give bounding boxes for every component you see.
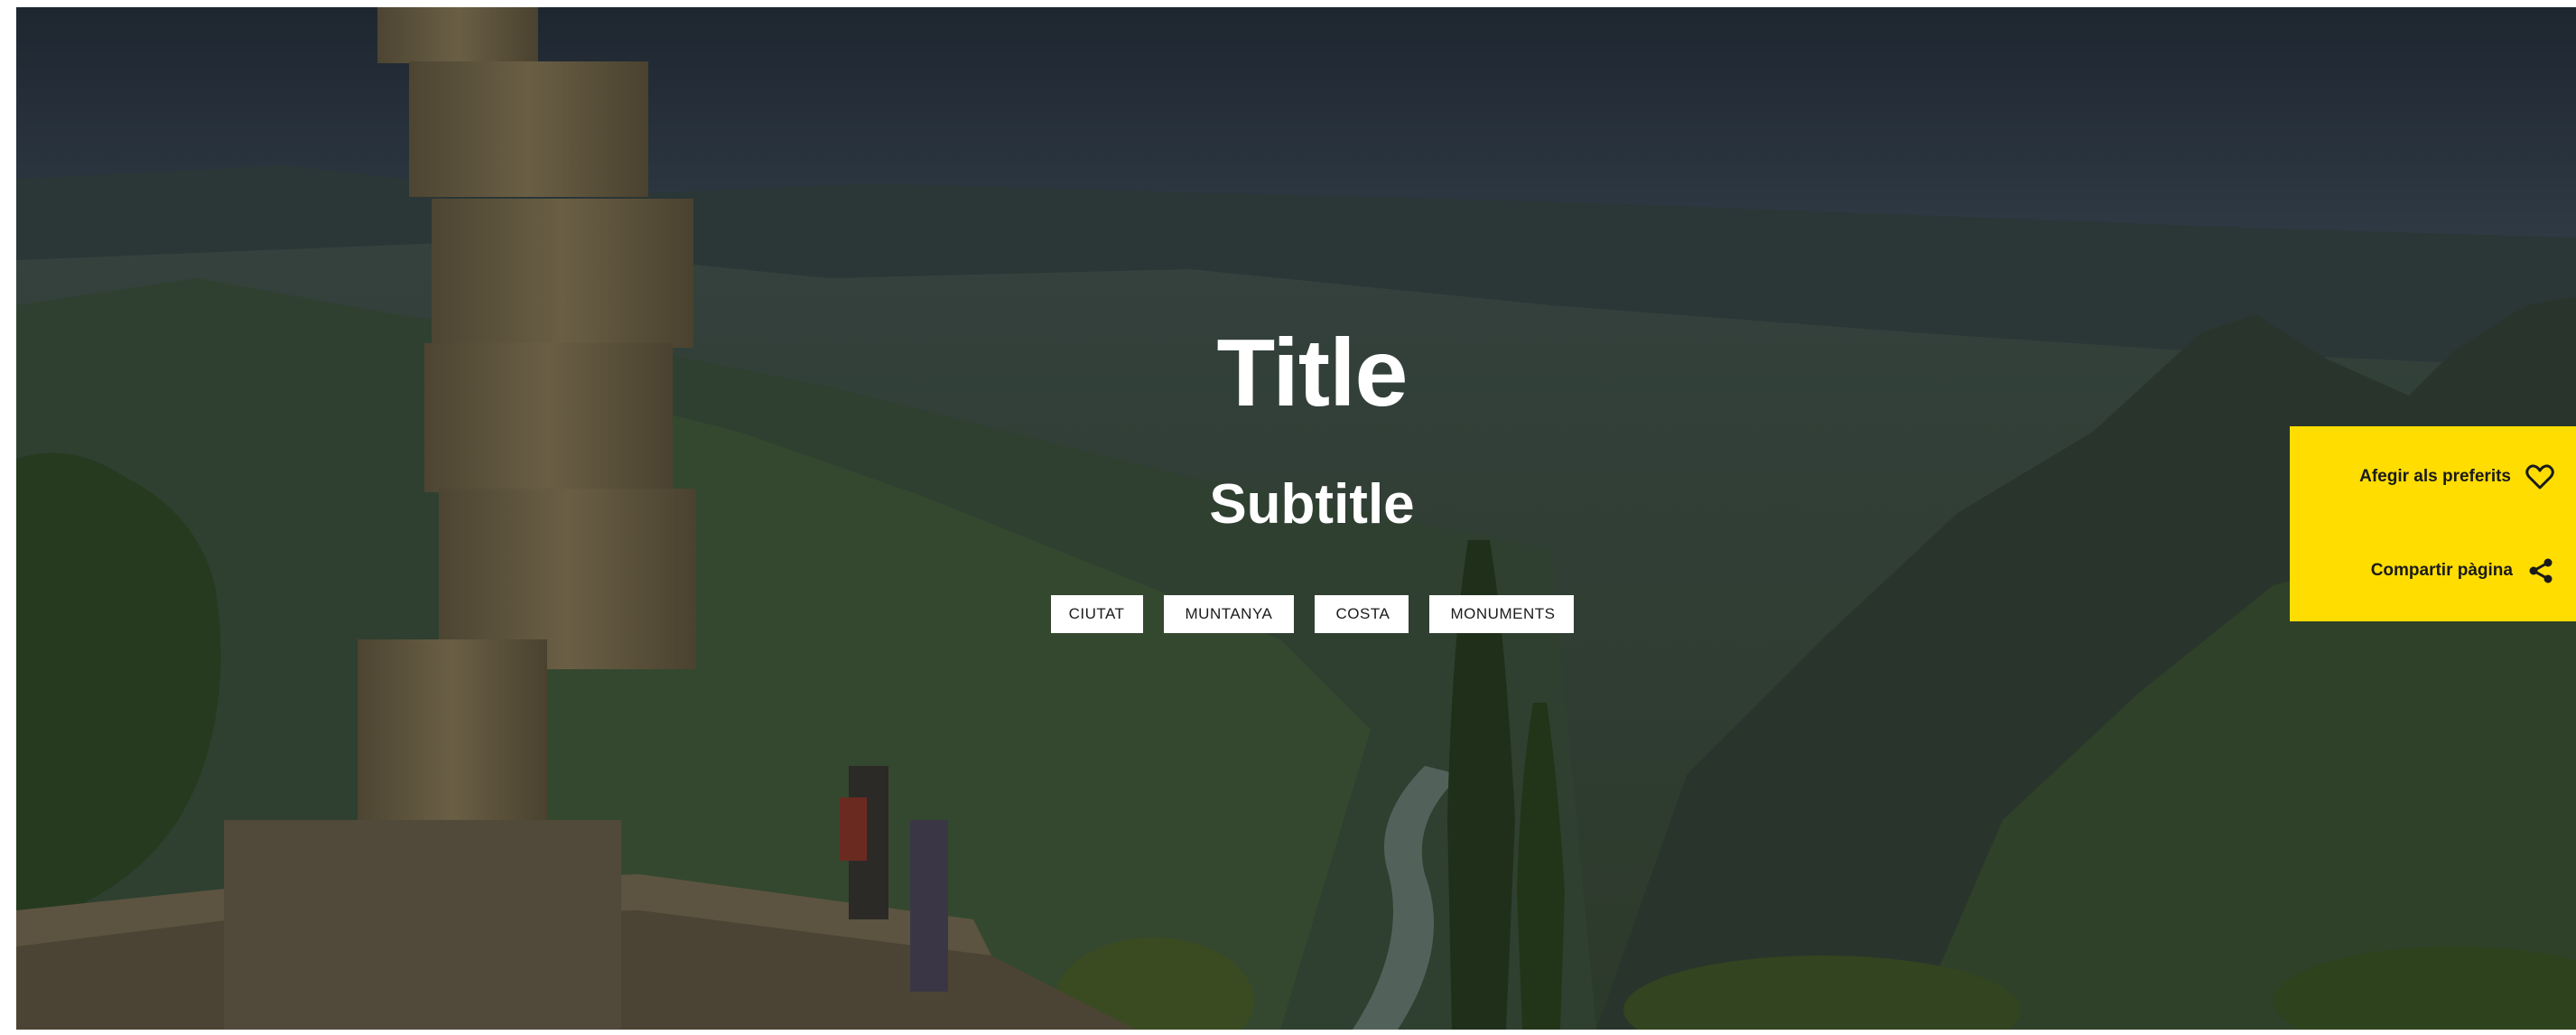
page-subtitle: Subtitle [1209,473,1415,536]
hero-content: Title Subtitle CIUTAT MUNTANYA COSTA MON… [16,7,2576,1030]
share-page-label: Compartir pàgina [2370,561,2513,580]
tag-ciutat[interactable]: CIUTAT [1050,595,1143,633]
hero-banner: Title Subtitle CIUTAT MUNTANYA COSTA MON… [16,7,2576,1030]
page-actions-panel: Afegir als preferits Compartir pàgina [2290,426,2576,621]
tag-monuments[interactable]: MONUMENTS [1428,595,1574,633]
heart-icon [2525,464,2554,490]
add-to-favorites-label: Afegir als preferits [2359,467,2511,486]
share-icon [2527,557,2554,584]
tag-costa[interactable]: COSTA [1314,595,1409,633]
add-to-favorites-button[interactable]: Afegir als preferits [2290,450,2576,504]
tag-list: CIUTAT MUNTANYA COSTA MONUMENTS [16,595,2576,633]
page-title: Title [1216,320,1409,426]
share-page-button[interactable]: Compartir pàgina [2290,544,2576,598]
tag-muntanya[interactable]: MUNTANYA [1163,595,1294,633]
